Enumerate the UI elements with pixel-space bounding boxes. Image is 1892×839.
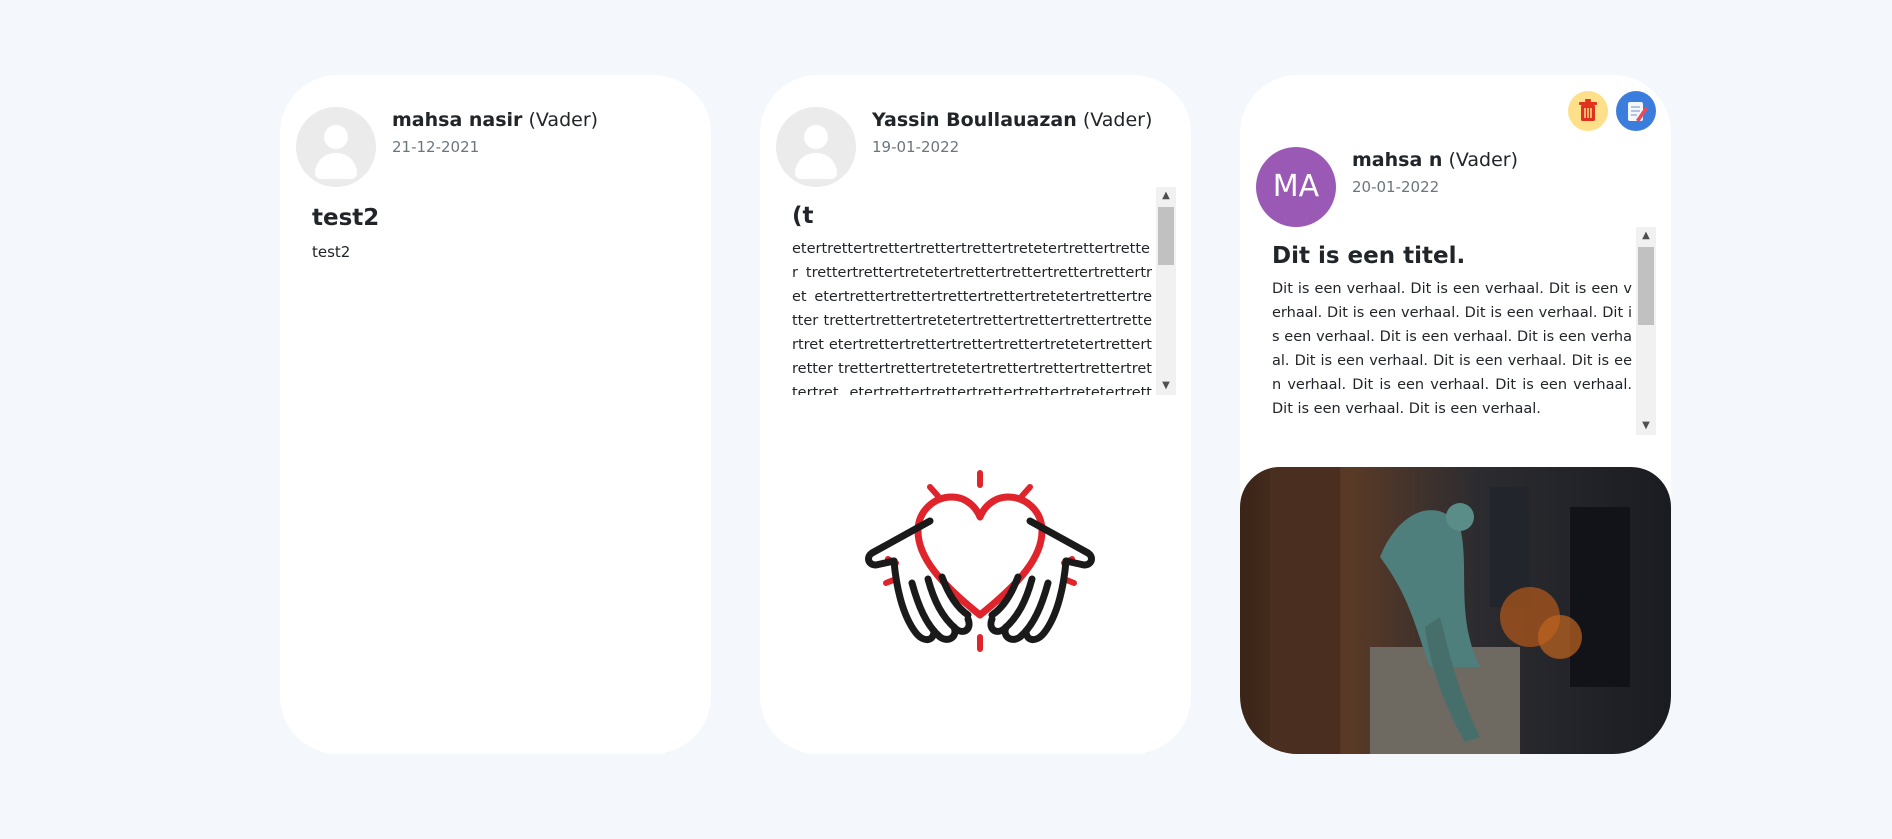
author-name: mahsa n bbox=[1352, 149, 1443, 171]
post-title: Dit is een titel. bbox=[1272, 243, 1466, 269]
scroll-up-arrow-icon[interactable]: ▲ bbox=[1156, 187, 1176, 205]
post-body: Dit is een verhaal. Dit is een verhaal. … bbox=[1272, 281, 1632, 417]
author-name: mahsa nasir bbox=[392, 109, 523, 131]
post-title: test2 bbox=[312, 205, 380, 231]
post-card: MA mahsa n (Vader) 20-01-2022 Dit is een… bbox=[1240, 75, 1671, 754]
author-role: (Vader) bbox=[1082, 109, 1153, 131]
post-body: etertrettertrettertrettertrettertreteter… bbox=[792, 241, 1152, 395]
trash-icon bbox=[1579, 99, 1597, 121]
post-content-scroll[interactable]: Dit is een titel. Dit is een verhaal. Di… bbox=[1272, 227, 1656, 435]
post-card: Yassin Boullauazan (Vader) 19-01-2022 (t… bbox=[760, 75, 1191, 754]
scrollbar[interactable]: ▲ ▼ bbox=[1156, 187, 1176, 395]
post-content-scroll[interactable]: (t etertrettertrettertrettertrettertrete… bbox=[792, 187, 1176, 395]
post-date: 19-01-2022 bbox=[872, 138, 960, 156]
scroll-thumb[interactable] bbox=[1158, 207, 1174, 265]
delete-button[interactable] bbox=[1568, 91, 1608, 131]
post-card: mahsa nasir (Vader) 21-12-2021 test2 tes… bbox=[280, 75, 711, 754]
scroll-down-arrow-icon[interactable]: ▼ bbox=[1156, 377, 1176, 395]
post-date: 20-01-2022 bbox=[1352, 178, 1440, 196]
scroll-down-arrow-icon[interactable]: ▼ bbox=[1636, 417, 1656, 435]
author-name: Yassin Boullauazan bbox=[872, 109, 1077, 131]
avatar bbox=[776, 107, 856, 187]
author-role: (Vader) bbox=[528, 109, 599, 131]
author-role: (Vader) bbox=[1448, 149, 1519, 171]
avatar: MA bbox=[1256, 147, 1336, 227]
post-body: test2 bbox=[312, 243, 351, 261]
author-line: Yassin Boullauazan (Vader) bbox=[872, 109, 1152, 131]
author-line: mahsa n (Vader) bbox=[1352, 149, 1518, 171]
angel-statue-photo bbox=[1240, 467, 1671, 754]
author-line: mahsa nasir (Vader) bbox=[392, 109, 598, 131]
scroll-thumb[interactable] bbox=[1638, 247, 1654, 325]
edit-button[interactable] bbox=[1616, 91, 1656, 131]
post-title: (t bbox=[792, 203, 814, 229]
heart-hands-image bbox=[865, 470, 1095, 652]
scroll-up-arrow-icon[interactable]: ▲ bbox=[1636, 227, 1656, 245]
avatar bbox=[296, 107, 376, 187]
edit-icon bbox=[1628, 102, 1648, 122]
post-date: 21-12-2021 bbox=[392, 138, 480, 156]
scrollbar[interactable]: ▲ ▼ bbox=[1636, 227, 1656, 435]
